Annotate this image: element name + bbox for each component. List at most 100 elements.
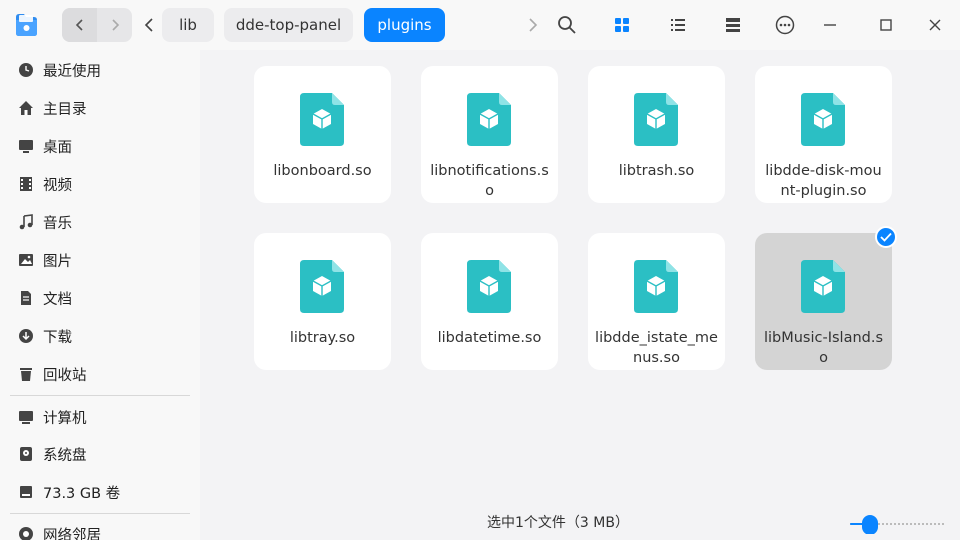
file-item[interactable]: libtrash.so: [588, 66, 725, 203]
chevron-left-icon: [144, 18, 153, 32]
sidebar-item-label: 音乐: [43, 215, 72, 232]
zoom-slider-tick: [926, 523, 928, 525]
clock-icon: [18, 62, 34, 78]
zoom-slider-tick: [922, 523, 924, 525]
file-item[interactable]: libonboard.so: [254, 66, 391, 203]
download-icon: [18, 328, 34, 344]
zoom-slider-tick: [930, 523, 932, 525]
file-item[interactable]: libdde-disk-mount-plugin.so: [755, 66, 892, 203]
sidebar-item-home[interactable]: 主目录: [0, 90, 200, 126]
library-file-icon: [634, 260, 678, 313]
sidebar-item-volume[interactable]: 73.3 GB 卷: [0, 474, 200, 510]
library-file-icon: [801, 260, 845, 313]
sidebar-item-videos[interactable]: 视频: [0, 166, 200, 202]
home-icon: [18, 100, 34, 116]
trash-icon: [18, 366, 34, 382]
zoom-slider-tick: [906, 523, 908, 525]
minimize-button[interactable]: [818, 13, 842, 37]
video-icon: [18, 176, 34, 192]
forward-button[interactable]: [97, 8, 132, 42]
file-item[interactable]: libdatetime.so: [421, 233, 558, 370]
search-icon: [558, 16, 576, 34]
icon-view-button[interactable]: [610, 13, 634, 37]
sidebar-item-downloads[interactable]: 下载: [0, 318, 200, 354]
sidebar-item-label: 桌面: [43, 139, 72, 156]
sidebar: 最近使用 主目录 桌面 视频 音乐 图片 文档 下载 回收站 计算机 系统盘 7…: [0, 50, 200, 540]
sidebar-item-network[interactable]: 网络邻居: [0, 516, 200, 540]
sidebar-divider: [10, 395, 190, 396]
file-manager-logo-icon: [12, 11, 40, 39]
sidebar-item-desktop[interactable]: 桌面: [0, 128, 200, 164]
sidebar-divider: [10, 513, 190, 514]
zoom-slider-tick: [934, 523, 936, 525]
zoom-slider-thumb: [862, 515, 878, 534]
chevron-right-icon: [529, 18, 538, 32]
breadcrumb-plugins[interactable]: plugins: [364, 8, 445, 42]
sidebar-item-label: 文档: [43, 291, 72, 308]
close-button[interactable]: [923, 13, 947, 37]
file-name: libdatetime.so: [437, 330, 542, 346]
sidebar-item-music[interactable]: 音乐: [0, 204, 200, 240]
file-name: libnotifications.so: [430, 163, 549, 199]
file-item-selected[interactable]: libMusic-Island.so: [755, 233, 892, 370]
forward-arrow-icon: [111, 19, 119, 31]
sidebar-item-computer[interactable]: 计算机: [0, 399, 200, 435]
sidebar-item-trash[interactable]: 回收站: [0, 356, 200, 392]
list-view-button[interactable]: [666, 13, 690, 37]
sidebar-item-label: 最近使用: [43, 63, 101, 80]
drive-icon: [18, 484, 34, 500]
zoom-slider-tick: [902, 523, 904, 525]
search-button[interactable]: [555, 13, 579, 37]
file-grid: libonboard.so libnotifications.so libtra…: [200, 50, 960, 540]
file-item[interactable]: libnotifications.so: [421, 66, 558, 203]
library-file-icon: [300, 260, 344, 313]
tree-view-icon: [726, 18, 740, 32]
file-item[interactable]: libdde_istate_menus.so: [588, 233, 725, 370]
file-name: libdde-disk-mount-plugin.so: [765, 163, 882, 199]
file-item[interactable]: libtray.so: [254, 233, 391, 370]
music-icon: [18, 214, 34, 230]
back-button[interactable]: [62, 8, 97, 42]
breadcrumb-dde-top-panel[interactable]: dde-top-panel: [224, 8, 353, 42]
status-bar: 选中1个文件（3 MB）: [200, 512, 960, 532]
zoom-slider-tick: [938, 523, 940, 525]
close-icon: [929, 19, 941, 31]
zoom-slider-tick: [890, 523, 892, 525]
back-arrow-icon: [75, 19, 83, 31]
zoom-slider-tick: [898, 523, 900, 525]
more-options-button[interactable]: [773, 13, 797, 37]
zoom-slider-tick: [882, 523, 884, 525]
list-view-icon: [671, 19, 685, 31]
minimize-icon: [824, 24, 836, 26]
sidebar-item-recent[interactable]: 最近使用: [0, 52, 200, 88]
network-icon: [18, 526, 34, 540]
library-file-icon: [467, 260, 511, 313]
zoom-slider-tick: [942, 523, 944, 525]
zoom-slider-tick: [878, 523, 880, 525]
breadcrumb-scroll-right-button[interactable]: [524, 14, 542, 36]
tree-view-button[interactable]: [721, 13, 745, 37]
zoom-slider-tick: [914, 523, 916, 525]
sidebar-item-label: 系统盘: [43, 447, 87, 464]
picture-icon: [18, 252, 34, 268]
breadcrumb-scroll-left-button[interactable]: [140, 14, 158, 36]
breadcrumb-lib[interactable]: lib: [162, 8, 214, 42]
disk-icon: [18, 446, 34, 462]
sidebar-item-documents[interactable]: 文档: [0, 280, 200, 316]
sidebar-item-label: 主目录: [43, 101, 87, 118]
zoom-slider-tick: [918, 523, 920, 525]
selected-check-icon: [875, 226, 897, 248]
library-file-icon: [634, 93, 678, 146]
file-name: libdde_istate_menus.so: [595, 330, 718, 366]
sidebar-item-system-disk[interactable]: 系统盘: [0, 436, 200, 472]
zoom-slider[interactable]: [848, 514, 944, 534]
sidebar-item-label: 图片: [43, 253, 72, 270]
file-name: libonboard.so: [273, 163, 372, 179]
maximize-button[interactable]: [874, 13, 898, 37]
zoom-slider-tick: [910, 523, 912, 525]
desktop-icon: [18, 138, 34, 154]
zoom-slider-tick: [886, 523, 888, 525]
zoom-slider-tick: [894, 523, 896, 525]
sidebar-item-label: 计算机: [43, 410, 87, 427]
sidebar-item-pictures[interactable]: 图片: [0, 242, 200, 278]
